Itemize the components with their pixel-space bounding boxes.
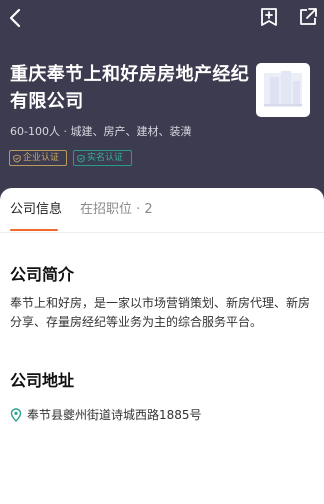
company-header: 重庆奉节上和好房房地产经纪有限公司 60-100人 · 城建、房产、建材、装潢 … (0, 0, 324, 200)
chevron-left-icon[interactable] (4, 6, 28, 30)
tab-company-info[interactable]: 公司信息 (10, 201, 62, 219)
tab-open-positions[interactable]: 在招职位 · 2 (80, 201, 153, 219)
enterprise-verified-badge: 企业认证 (9, 150, 67, 166)
intro-text: 奉节上和好房，是一家以市场营销策划、新房代理、新房分享、存量房经纪等业务为主的综… (10, 296, 311, 329)
company-detail-panel: 公司信息 在招职位 · 2 公司简介 奉节上和好房，是一家以市场营销策划、新房代… (0, 188, 324, 504)
company-name: 重庆奉节上和好房房地产经纪有限公司 (10, 64, 250, 112)
address-section-title: 公司地址 (10, 371, 75, 390)
shield-check-icon (77, 154, 85, 163)
company-meta: 60-100人 · 城建、房产、建材、装潢 (10, 125, 192, 138)
address-text: 奉节县夔州街道诗城西路1885号 (27, 408, 202, 422)
share-icon[interactable] (297, 6, 319, 28)
location-pin-icon (10, 408, 22, 422)
building-logo-icon (264, 71, 302, 107)
bookmark-add-icon[interactable] (258, 6, 280, 28)
tab-divider (0, 232, 324, 233)
enterprise-verified-label: 企业认证 (23, 153, 60, 163)
intro-section-title: 公司简介 (10, 265, 75, 284)
shield-check-icon (13, 154, 21, 163)
company-logo[interactable] (256, 63, 310, 117)
active-tab-indicator (10, 229, 58, 231)
realname-verified-badge: 实名认证 (73, 150, 132, 166)
realname-verified-label: 实名认证 (87, 153, 124, 163)
